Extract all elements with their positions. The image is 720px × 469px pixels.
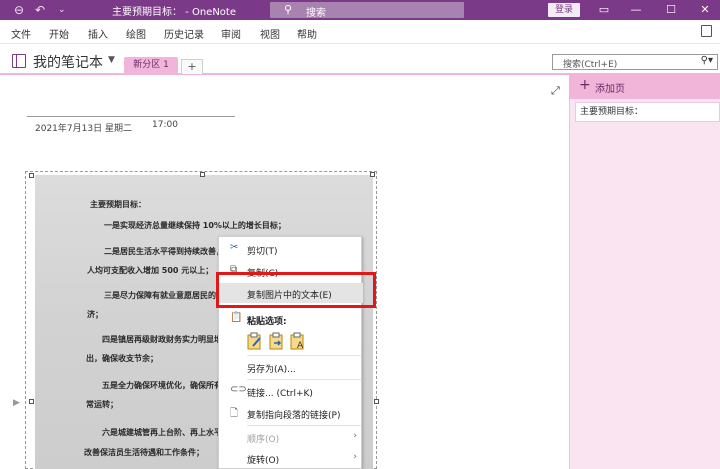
menu-item-paste-options: 📋 粘贴选项: bbox=[219, 309, 363, 329]
chevron-right-icon: › bbox=[353, 452, 357, 462]
notebook-search-input[interactable]: 搜索(Ctrl+E) ⚲▾ bbox=[552, 54, 718, 70]
paste-text-only-icon[interactable]: A bbox=[290, 332, 306, 350]
back-icon[interactable]: ⊖ bbox=[14, 2, 24, 18]
doc-line: 四是镇居再级财政财务实力明显增 bbox=[102, 335, 222, 344]
svg-text:A: A bbox=[297, 341, 304, 350]
resize-handle[interactable] bbox=[370, 172, 375, 177]
menu-home[interactable]: 开始 bbox=[49, 26, 69, 41]
menu-item-copy-paragraph-link[interactable]: 🗋 复制指向段落的链接(P) bbox=[219, 403, 363, 423]
page-list-item[interactable]: 主要预期目标： bbox=[575, 102, 720, 122]
doc-line: 人均可支配收入增加 500 元以上； bbox=[87, 266, 214, 275]
paste-keep-formatting-icon[interactable] bbox=[247, 332, 263, 350]
menu-history[interactable]: 历史记录 bbox=[164, 26, 204, 41]
resize-handle[interactable] bbox=[200, 172, 205, 177]
scissors-icon: ✂ bbox=[230, 242, 239, 253]
paste-merge-icon[interactable] bbox=[269, 332, 285, 350]
menu-item-cut[interactable]: ✂ 剪切(T) bbox=[219, 239, 363, 259]
doc-line: 出，确保收支节余； bbox=[86, 354, 158, 363]
menu-separator bbox=[247, 379, 361, 380]
menu-review[interactable]: 审阅 bbox=[221, 26, 241, 41]
menu-item-rotate[interactable]: 旋转(O) › bbox=[219, 448, 363, 468]
doc-line: 主要预期目标： bbox=[90, 200, 146, 209]
title-bar: ⊖ ↶ ⌄ 主要预期目标： - OneNote ⚲ 搜索 登录 ▭ — ☐ ✕ bbox=[0, 0, 720, 20]
link-icon: ⊂⊃ bbox=[230, 384, 247, 395]
doc-line: 三是尽力保障有就业意愿居民的 bbox=[104, 291, 216, 300]
search-icon: ⚲ bbox=[284, 3, 293, 16]
plus-icon: + bbox=[579, 77, 591, 93]
menu-separator bbox=[247, 355, 361, 356]
menu-view[interactable]: 视图 bbox=[260, 26, 280, 41]
expand-icon[interactable]: ⤢ bbox=[551, 84, 560, 98]
doc-line: 一是实现经济总量继续保持 10%以上的增长目标； bbox=[104, 221, 286, 230]
menu-item-label: 链接... (Ctrl+K) bbox=[247, 389, 313, 399]
page-date: 2021年7月13日 星期二 bbox=[35, 124, 132, 134]
doc-line: 五是全力确保环境优化，确保所有 bbox=[102, 381, 222, 390]
menu-file[interactable]: 文件 bbox=[11, 26, 31, 41]
context-menu: ✂ 剪切(T) ⧉ 复制(C) 复制图片中的文本(E) 📋 粘贴选项: 另存为(… bbox=[218, 236, 363, 469]
menu-item-label: 复制指向段落的链接(P) bbox=[247, 411, 341, 421]
menu-item-link[interactable]: ⊂⊃ 链接... (Ctrl+K) bbox=[219, 381, 363, 401]
chevron-right-icon: › bbox=[353, 431, 357, 441]
menu-help[interactable]: 帮助 bbox=[297, 26, 317, 41]
resize-handle[interactable] bbox=[29, 173, 34, 178]
resize-handle[interactable] bbox=[29, 399, 34, 404]
doc-line: 二是居民生活水平得到持续改善， bbox=[104, 247, 224, 256]
resize-handle[interactable] bbox=[374, 399, 379, 404]
minimize-icon[interactable]: — bbox=[626, 2, 646, 18]
maximize-icon[interactable]: ☐ bbox=[661, 2, 681, 18]
notebook-search-placeholder: 搜索(Ctrl+E) bbox=[563, 60, 618, 70]
menu-item-save-as[interactable]: 另存为(A)... bbox=[219, 357, 363, 377]
title-search-placeholder: 搜索 bbox=[306, 8, 326, 19]
tab-section-1[interactable]: 新分区 1 bbox=[124, 57, 178, 74]
add-page-button[interactable]: + 添加页 bbox=[569, 75, 720, 99]
page-link-icon: 🗋 bbox=[230, 408, 239, 419]
paragraph-handle-icon[interactable]: ▶ bbox=[13, 398, 20, 408]
doc-line: 改善保洁员生活待遇和工作条件； bbox=[84, 448, 204, 457]
login-button[interactable]: 登录 bbox=[548, 3, 580, 17]
highlight-annotation bbox=[216, 272, 376, 308]
notebook-icon bbox=[12, 54, 26, 68]
window-title: 主要预期目标： - OneNote bbox=[112, 7, 236, 18]
add-page-label: 添加页 bbox=[595, 84, 625, 95]
page-list-pane bbox=[569, 75, 720, 469]
menu-item-label: 粘贴选项: bbox=[247, 317, 287, 327]
quick-access-icon[interactable]: ⌄ bbox=[58, 2, 66, 18]
doc-line: 常运转； bbox=[86, 400, 118, 409]
chevron-down-icon[interactable]: ▼ bbox=[108, 55, 115, 65]
menu-item-label: 顺序(O) bbox=[247, 435, 280, 445]
undo-icon[interactable]: ↶ bbox=[35, 2, 45, 18]
clipboard-icon: 📋 bbox=[230, 312, 243, 323]
share-icon[interactable] bbox=[701, 25, 712, 37]
menu-bar: 文件 开始 插入 绘图 历史记录 审阅 视图 帮助 bbox=[0, 20, 720, 44]
ribbon-display-icon[interactable]: ▭ bbox=[594, 2, 614, 18]
close-icon[interactable]: ✕ bbox=[695, 2, 715, 18]
doc-line: 济； bbox=[87, 310, 103, 319]
menu-separator bbox=[247, 425, 361, 426]
search-icon[interactable]: ⚲▾ bbox=[701, 55, 713, 66]
menu-insert[interactable]: 插入 bbox=[88, 26, 108, 41]
page-title-underline bbox=[27, 116, 235, 117]
menu-draw[interactable]: 绘图 bbox=[126, 26, 146, 41]
menu-item-label: 另存为(A)... bbox=[247, 365, 296, 375]
menu-item-label: 旋转(O) bbox=[247, 456, 280, 466]
add-section-button[interactable]: + bbox=[181, 59, 203, 74]
notebook-name[interactable]: 我的笔记本 bbox=[33, 52, 103, 72]
menu-item-order: 顺序(O) › bbox=[219, 427, 363, 447]
page-time: 17:00 bbox=[152, 120, 178, 130]
title-search-box[interactable]: ⚲ 搜索 bbox=[270, 2, 464, 19]
doc-line: 六是城建城管再上台阶、再上水平 bbox=[102, 428, 222, 437]
menu-item-label: 剪切(T) bbox=[247, 247, 278, 257]
